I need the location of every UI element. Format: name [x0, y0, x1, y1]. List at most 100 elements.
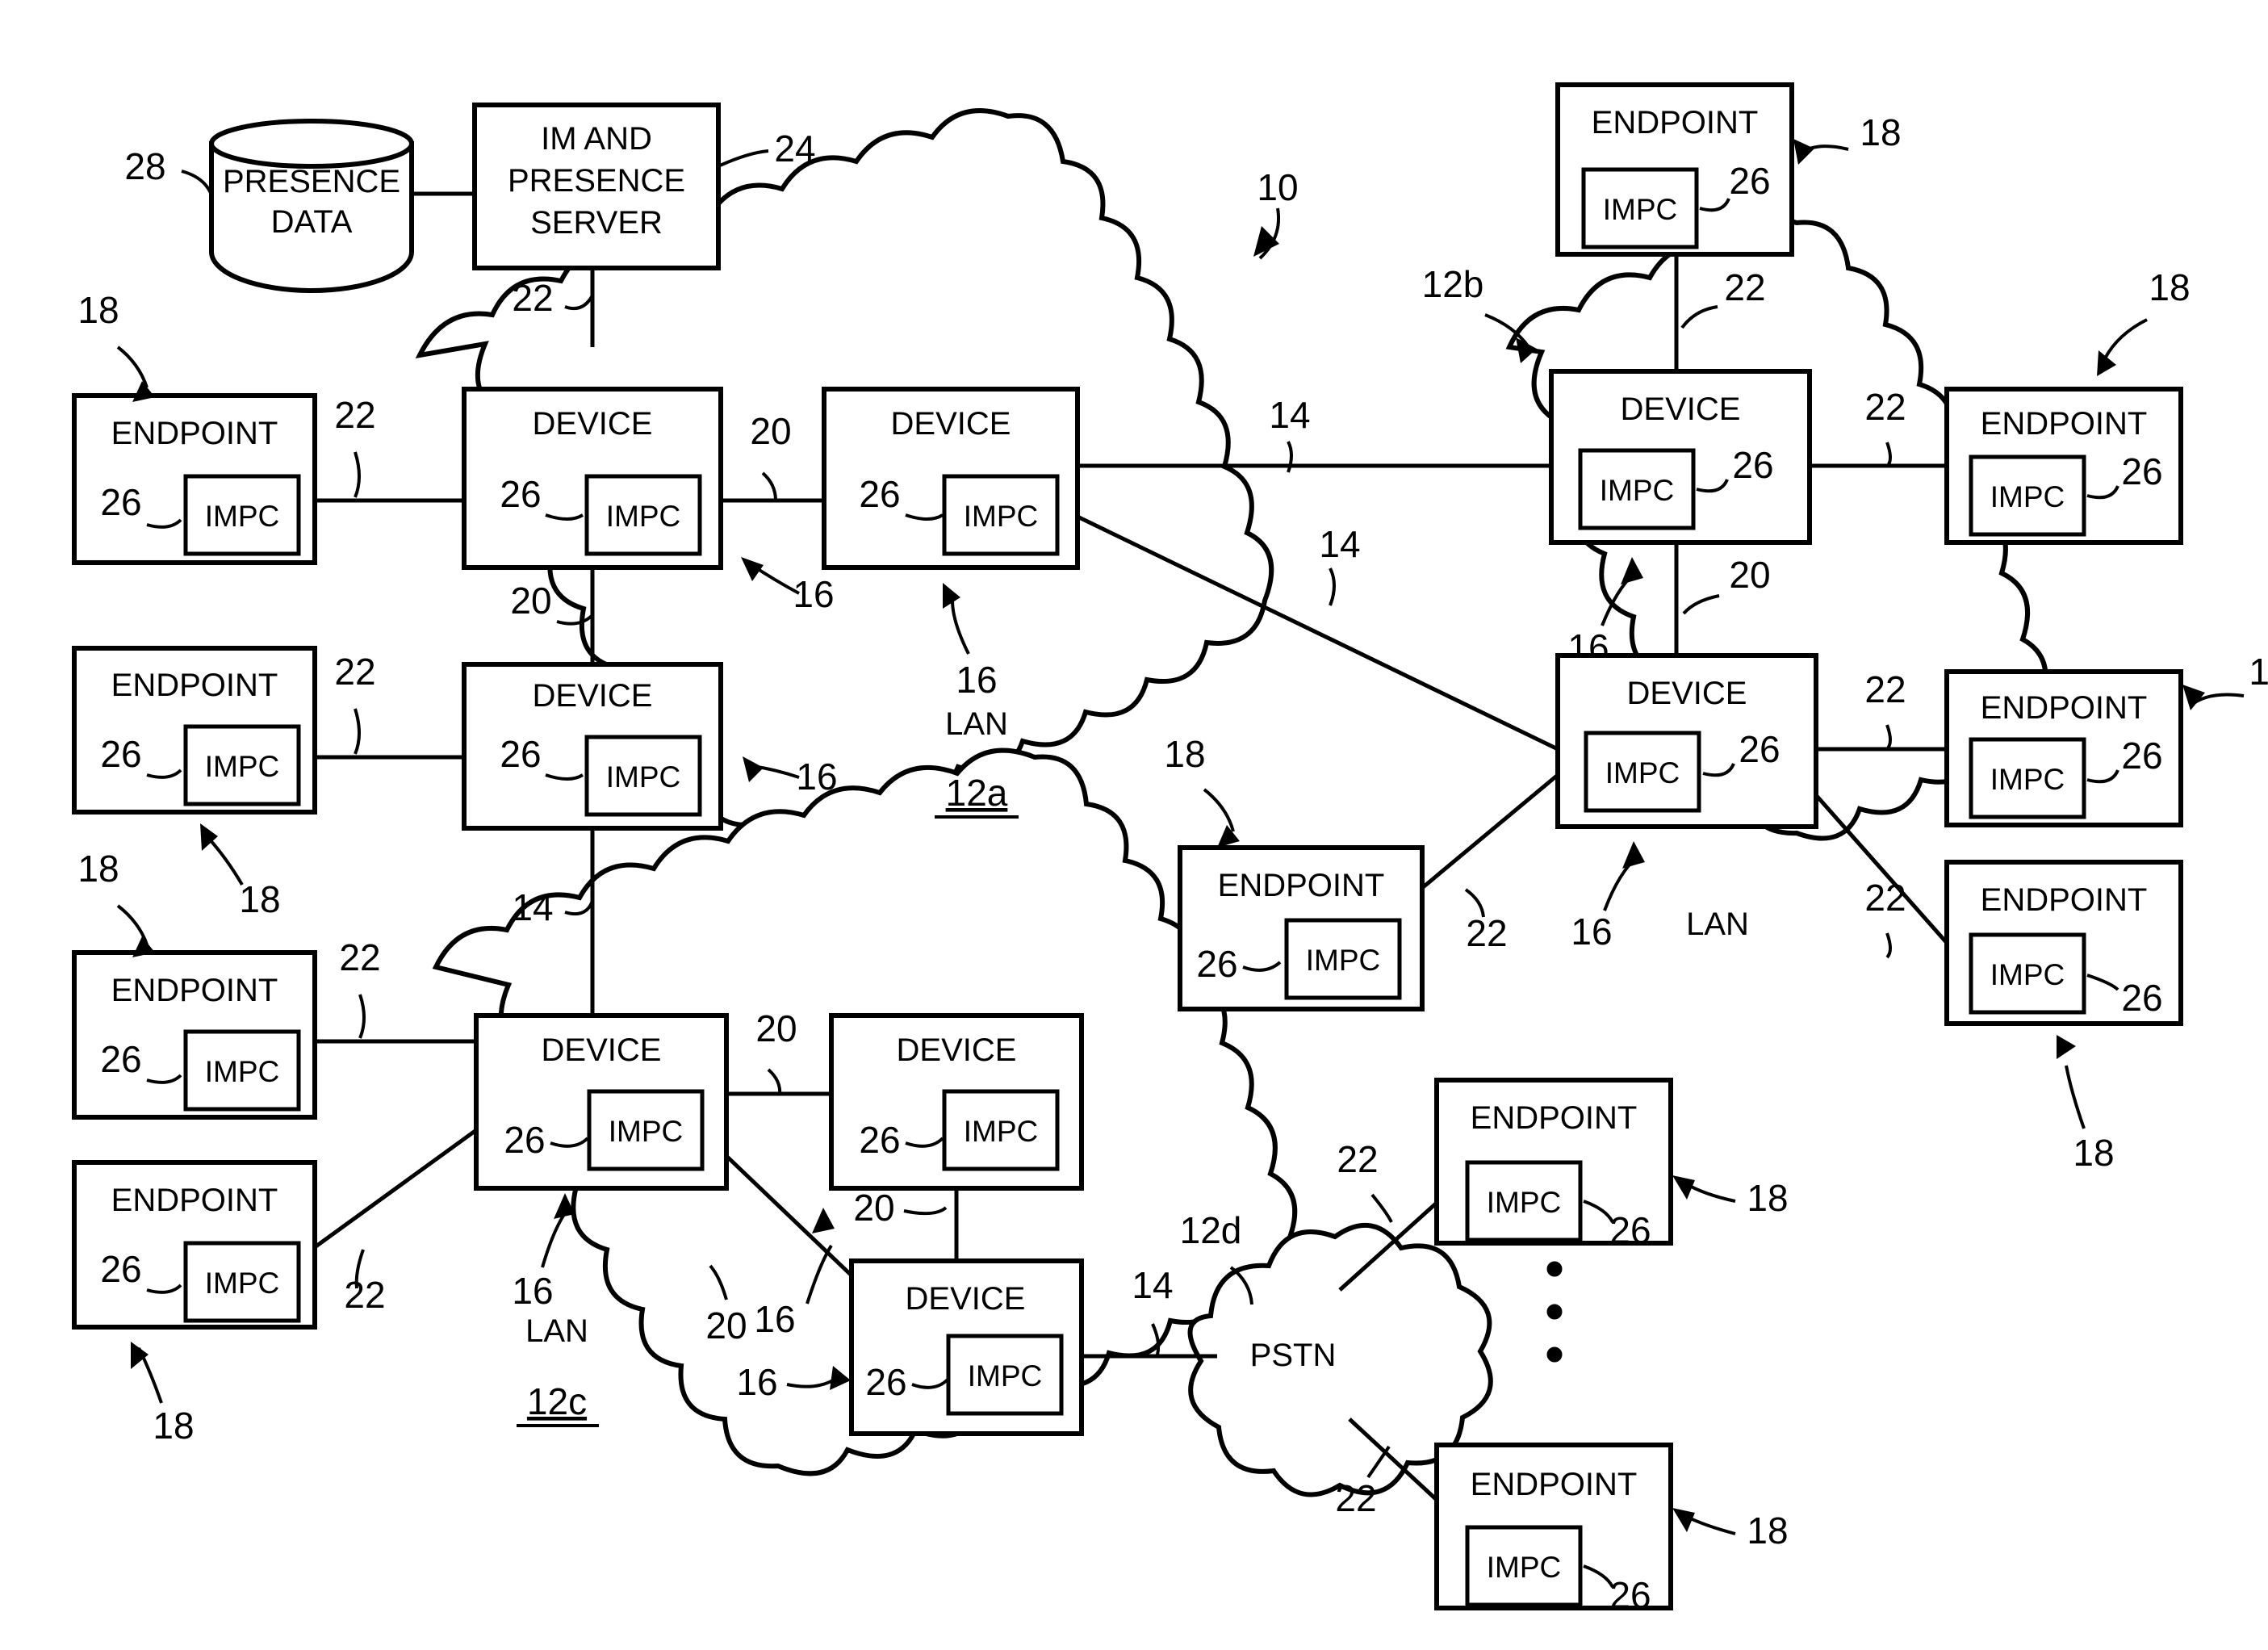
ref-24-callout: 24 — [719, 128, 816, 170]
ref-18-r3-callout: 18 — [2057, 1035, 2115, 1174]
endpoint-l4: ENDPOINT IMPC 26 — [72, 1160, 317, 1330]
ref-18-l2: 18 — [239, 878, 280, 920]
pstn-label: PSTN — [1250, 1338, 1337, 1373]
endpoint-center-label: ENDPOINT — [1218, 868, 1385, 903]
ref-26-b1: 26 — [1732, 444, 1773, 486]
endpoint-l1-label: ENDPOINT — [111, 416, 278, 451]
impc-c1: IMPC — [609, 1115, 684, 1148]
ref-16-b2-callout: 16 — [1571, 841, 1645, 953]
ref-18-p1-callout: 18 — [1672, 1175, 1789, 1219]
ref-26-l2: 26 — [100, 733, 141, 775]
device-a3-label: DEVICE — [533, 678, 653, 714]
endpoint-r1-label: ENDPOINT — [1981, 406, 2148, 442]
ref-22-r3: 22 — [1864, 877, 1906, 919]
ref-22-l4: 22 — [344, 1274, 385, 1316]
ref-12b: 12b — [1422, 263, 1484, 305]
lan-label-b: LAN — [1686, 907, 1749, 942]
device-b2-label: DEVICE — [1627, 676, 1747, 711]
device-a2-label: DEVICE — [891, 406, 1011, 442]
ref-12c: 12c — [527, 1380, 587, 1422]
ref-16-c3: 16 — [736, 1361, 777, 1403]
presence-data-store: PRESENCE DATA — [209, 119, 414, 293]
endpoint-tr-label: ENDPOINT — [1592, 105, 1759, 140]
arrow-head-18-r3 — [2057, 1035, 2076, 1059]
ref-22-l2: 22 — [334, 651, 375, 693]
impc-b2: IMPC — [1605, 756, 1680, 789]
endpoint-tr: ENDPOINT IMPC 26 — [1555, 82, 1794, 257]
impc-l3: IMPC — [205, 1055, 280, 1088]
endpoint-r2: ENDPOINT IMPC 26 — [1944, 669, 2183, 827]
endpoint-l3-label: ENDPOINT — [111, 973, 278, 1008]
pstn-label-group: PSTN — [1250, 1338, 1337, 1373]
ref-22-r3: 22 — [1864, 877, 1906, 959]
ref-26-c1: 26 — [504, 1119, 545, 1161]
impc-r3: IMPC — [1990, 958, 2065, 991]
ref-18-tr: 18 — [1860, 111, 1901, 153]
ref-18-l3-callout: 18 — [77, 848, 155, 957]
endpoint-p2: ENDPOINT IMPC 26 — [1434, 1443, 1673, 1616]
ref-18-p2: 18 — [1747, 1510, 1788, 1552]
ref-16-b2: 16 — [1571, 911, 1612, 953]
presence-data-line2: DATA — [271, 204, 353, 240]
ref-22-pstn2: 22 — [1335, 1477, 1376, 1519]
ref-26-a3: 26 — [500, 733, 541, 775]
device-c2: DEVICE IMPC 26 — [829, 1013, 1084, 1191]
ref-12a: 12a — [946, 772, 1008, 814]
impc-tr: IMPC — [1603, 193, 1678, 226]
endpoint-p1-label: ENDPOINT — [1471, 1100, 1638, 1136]
impc-a1: IMPC — [606, 500, 681, 533]
ref-20-c13: 20 — [705, 1305, 747, 1346]
ref-22-l3: 22 — [339, 936, 381, 1039]
ref-18-p1: 18 — [1747, 1177, 1788, 1219]
device-c3: DEVICE IMPC 26 — [849, 1258, 1084, 1436]
ref-18-l1-callout: 18 — [77, 289, 155, 402]
ref-26-tr: 26 — [1729, 160, 1770, 202]
ref-18-l1: 18 — [77, 289, 119, 331]
device-c1-label: DEVICE — [542, 1032, 662, 1068]
ref-22-r1: 22 — [1864, 386, 1906, 428]
endpoint-r1: ENDPOINT IMPC 26 — [1944, 387, 2183, 545]
device-a3: DEVICE IMPC 26 — [462, 662, 723, 831]
arrow-head-18-p2 — [1672, 1508, 1695, 1532]
ref-26-c3: 26 — [865, 1361, 906, 1403]
server-line1: IM AND — [541, 121, 652, 157]
ref-12d: 12d — [1180, 1209, 1242, 1251]
ref-16-a3: 16 — [796, 756, 837, 798]
impc-a3: IMPC — [606, 760, 681, 794]
ref-16-c2: 16 — [754, 1298, 795, 1340]
device-b1-label: DEVICE — [1621, 392, 1741, 427]
ref-18-l4-callout: 18 — [131, 1342, 195, 1447]
impc-l2: IMPC — [205, 750, 280, 783]
ref-18-p2-callout: 18 — [1672, 1508, 1789, 1552]
impc-p2: IMPC — [1487, 1551, 1562, 1584]
device-c2-label: DEVICE — [897, 1032, 1017, 1068]
impc-a2: IMPC — [964, 500, 1039, 533]
ref-18-l3: 18 — [77, 848, 119, 890]
endpoint-l2: ENDPOINT IMPC 26 — [72, 646, 317, 815]
presence-data-line1: PRESENCE — [223, 164, 400, 199]
endpoint-r3: ENDPOINT IMPC 26 — [1944, 860, 2183, 1026]
ref-22-center: 22 — [1466, 912, 1507, 954]
ref-18-r1-callout: 18 — [2097, 266, 2191, 376]
ref-22-server: 22 — [512, 277, 553, 319]
access-link-22-epr3 — [1814, 794, 1948, 944]
impc-b1: IMPC — [1600, 474, 1675, 507]
ref-12b-callout: 12b — [1422, 263, 1537, 363]
system-ref-callout: 10 — [1253, 166, 1299, 260]
access-link-22-epc — [1421, 773, 1559, 890]
ref-26-l1: 26 — [100, 481, 141, 523]
device-a1-label: DEVICE — [533, 406, 653, 442]
ellipsis-dots — [1546, 1261, 1563, 1363]
endpoint-l4-label: ENDPOINT — [111, 1183, 278, 1218]
server-line3: SERVER — [530, 205, 663, 241]
ref-26-r1: 26 — [2121, 450, 2162, 492]
ref-26-l4: 26 — [100, 1248, 141, 1290]
ref-26-b2: 26 — [1739, 728, 1780, 770]
ref-22-l3: 22 — [339, 936, 380, 978]
arrow-head-16-b2 — [1622, 841, 1645, 869]
ref-18-r1: 18 — [2149, 266, 2190, 308]
ref-18-r2-callout: 18 — [2182, 651, 2268, 710]
ref-26-center: 26 — [1196, 943, 1237, 985]
ref-14-diag: 14 — [1319, 523, 1360, 565]
endpoint-p1: ENDPOINT IMPC 26 — [1434, 1078, 1673, 1251]
